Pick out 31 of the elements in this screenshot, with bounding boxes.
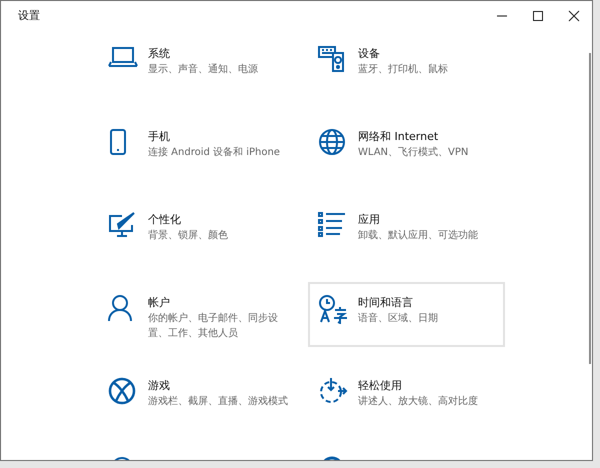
window-title: 设置 [18, 8, 40, 23]
tile-description: 语音、区域、日期 [358, 312, 438, 326]
tile-title: 网络和 Internet [358, 129, 440, 144]
tile-title: 帐户 [148, 295, 171, 310]
settings-tile[interactable]: 应用 卸载、默认应用、可选功能 [308, 199, 505, 264]
tile-description: 显示、声音、通知、电源 [148, 63, 258, 77]
settings-tile[interactable]: 时间和语言 语音、区域、日期 [308, 282, 505, 347]
tile-title: 手机 [148, 129, 171, 144]
tile-description: 卸载、默认应用、可选功能 [358, 229, 478, 243]
tile-title: 时间和语言 [358, 295, 414, 310]
settings-tile[interactable]: 游戏 游戏栏、截屏、直播、游戏模式 [98, 365, 295, 430]
settings-tile[interactable]: 个性化 背景、锁屏、颜色 [98, 199, 295, 264]
settings-tile[interactable]: 设备 蓝牙、打印机、鼠标 [308, 33, 505, 98]
tile-title: 设备 [358, 46, 381, 61]
tile-description: 蓝牙、打印机、鼠标 [358, 63, 448, 77]
tile-title: 游戏 [148, 378, 171, 393]
settings-tile[interactable]: 系统 显示、声音、通知、电源 [98, 33, 295, 98]
settings-tile[interactable]: 网络和 Internet WLAN、飞行模式、VPN [308, 116, 505, 181]
settings-tile[interactable]: 轻松使用 讲述人、放大镜、高对比度 [308, 365, 505, 430]
tile-description: 游戏栏、截屏、直播、游戏模式 [148, 395, 288, 409]
settings-tile[interactable]: 手机 连接 Android 设备和 iPhone [98, 116, 295, 181]
tile-description: 连接 Android 设备和 iPhone [148, 146, 280, 160]
tile-description: 你的帐户、电子邮件、同步设置、工作、其他人员 [148, 312, 279, 340]
tile-description: 背景、锁屏、颜色 [148, 229, 228, 243]
tile-description: 讲述人、放大镜、高对比度 [358, 395, 478, 409]
tile-title: 应用 [358, 212, 381, 227]
tile-title: 系统 [148, 46, 171, 61]
tile-title: 轻松使用 [358, 378, 403, 393]
settings-tile[interactable]: 帐户 你的帐户、电子邮件、同步设置、工作、其他人员 [98, 282, 295, 347]
tile-title: 个性化 [148, 212, 182, 227]
tile-description: WLAN、飞行模式、VPN [358, 146, 468, 160]
